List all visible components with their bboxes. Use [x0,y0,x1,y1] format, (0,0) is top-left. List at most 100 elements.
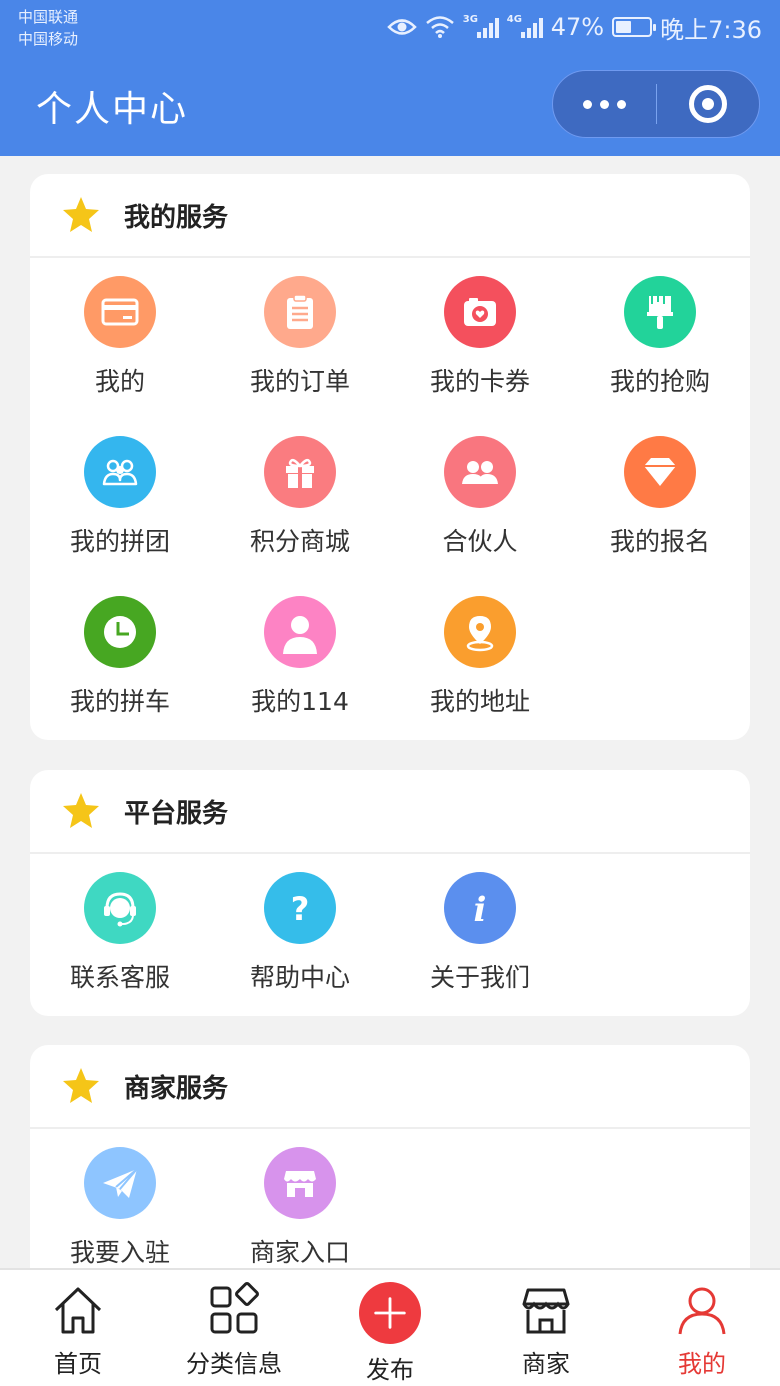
brush-icon [647,296,673,329]
service-item[interactable]: i 关于我们 [390,872,570,1016]
paper-plane-icon [103,1168,138,1198]
service-icon-badge [84,872,156,944]
section-header: 我的服务 [30,174,750,258]
service-label: 商家入口 [249,1238,350,1267]
service-item[interactable]: 合伙人 [390,436,570,596]
category-icon [210,1282,259,1334]
service-item[interactable]: 我的114 [210,596,390,740]
service-item[interactable]: 我的报名 [570,436,750,596]
signal-3g-icon: 3G [463,14,499,38]
clipboard-icon [287,294,313,329]
service-icon-badge [84,436,156,508]
mini-program-capsule [552,70,760,138]
service-icon-badge [624,436,696,508]
service-icon-badge [84,276,156,348]
battery-percent: 47% [550,13,605,41]
service-item[interactable]: ? 帮助中心 [210,872,390,1016]
clock-icon [104,616,136,648]
publish-button [359,1282,421,1344]
signal-4g-icon: 4G [507,14,543,38]
service-icon-badge [264,1147,336,1219]
service-item[interactable]: 积分商城 [210,436,390,596]
user-icon [678,1287,726,1335]
service-icon-badge [84,1147,156,1219]
service-grid: 我的 我的订单 我的卡券 我的抢购我的拼团 积分商城 合伙人 我的报名我的拼车 我的114 我的… [30,258,750,740]
service-label: 我的抢购 [609,367,710,396]
question-icon: ? [291,890,310,928]
info-icon: i [474,890,487,930]
service-item[interactable]: 我的卡券 [390,276,570,436]
tab-label: 我的 [678,1350,726,1378]
eye-icon [386,19,417,35]
service-label: 合伙人 [442,527,518,556]
service-label: 我的地址 [429,687,530,716]
service-label: 我的拼团 [69,527,170,556]
service-icon-badge [264,596,336,668]
service-label: 关于我们 [429,963,530,992]
top-bar: 中国联通 中国移动 3G 4G 47% 晚上7:36 个人中心 [0,0,780,156]
section-title: 我的服务 [124,202,229,233]
card-icon [101,298,139,326]
service-item[interactable]: 我的地址 [390,596,570,740]
carrier-info: 中国联通 中国移动 [18,6,78,50]
section-header: 平台服务 [30,770,750,854]
person-icon [283,616,317,654]
plus-icon [374,1297,406,1329]
service-icon-badge: i [444,872,516,944]
section-card: 我的服务我的 我的订单 我的卡券 我的抢购我的拼团 积分商城 合伙人 我的报名我的拼车 我的1… [30,174,750,740]
service-item[interactable]: 我的拼车 [30,596,210,740]
service-label: 我的卡券 [429,367,530,396]
battery-icon [612,17,657,37]
home-icon [54,1287,102,1334]
service-icon-badge [444,596,516,668]
service-label: 我的拼车 [69,687,170,716]
star-icon [63,197,99,232]
svg-text:?: ? [291,890,310,928]
tab-label: 商家 [522,1350,570,1378]
more-button[interactable] [553,71,656,137]
service-item[interactable]: 我的 [30,276,210,436]
tab-publish[interactable]: 发布 [312,1270,468,1386]
close-button[interactable] [657,71,760,137]
clock-time: 晚上7:36 [660,15,762,44]
tab-mine[interactable]: 我的 [624,1270,780,1386]
gift-icon [286,458,314,488]
service-label: 我的114 [251,687,349,716]
service-icon-badge [84,596,156,668]
service-grid: 联系客服? 帮助中心 i 关于我们 [30,854,750,1016]
service-icon-badge: ? [264,872,336,944]
tab-label: 发布 [366,1356,414,1384]
tab-shop[interactable]: 商家 [468,1270,624,1386]
service-item[interactable]: 我的抢购 [570,276,750,436]
diamond-icon [644,458,676,486]
service-icon-badge [444,436,516,508]
service-icon-badge [264,436,336,508]
service-label: 我的报名 [609,527,710,556]
section-header: 商家服务 [30,1045,750,1129]
store-icon [284,1171,316,1197]
svg-text:i: i [474,890,487,930]
service-label: 我的订单 [249,367,350,396]
section-card: 平台服务联系客服? 帮助中心 i 关于我们 [30,770,750,1016]
tab-label: 分类信息 [186,1350,282,1378]
tab-category[interactable]: 分类信息 [156,1270,312,1386]
wifi-icon [425,16,454,38]
target-circle-icon [688,85,727,123]
carrier-1: 中国联通 [18,8,79,26]
service-icon-badge [264,276,336,348]
star-icon [63,793,99,828]
page-title: 个人中心 [36,89,189,130]
tab-label: 首页 [54,1350,102,1378]
photo-heart-icon [464,298,496,326]
service-item[interactable]: 我的订单 [210,276,390,436]
service-grid: 我要入驻 商家入口 [30,1129,750,1291]
service-item[interactable]: 我的拼团 [30,436,210,596]
service-item[interactable]: 联系客服 [30,872,210,1016]
section-card: 商家服务我要入驻 商家入口 [30,1045,750,1291]
carrier-2: 中国移动 [18,30,79,48]
service-icon-badge [444,276,516,348]
section-title: 平台服务 [124,798,229,829]
tab-home[interactable]: 首页 [0,1270,156,1386]
more-dots-icon [582,99,626,109]
service-label: 我要入驻 [69,1238,170,1267]
